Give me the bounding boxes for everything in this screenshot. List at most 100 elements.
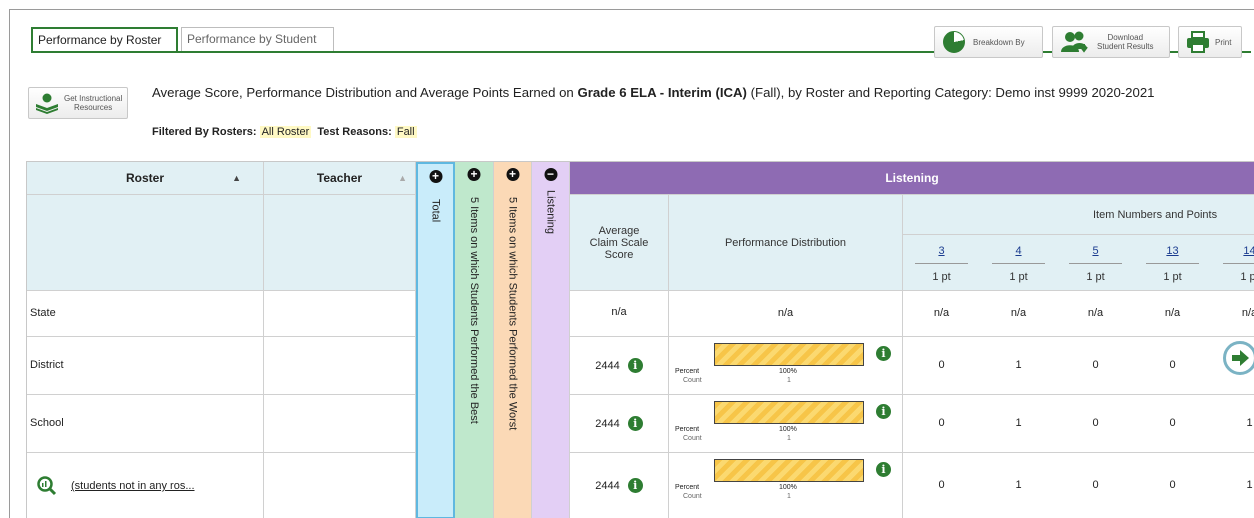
listening-column-label: Listening <box>544 190 557 235</box>
best-items-column[interactable]: + 5 Items on which Students Performed th… <box>455 162 494 518</box>
percent-value: 100% <box>779 484 797 491</box>
item-column-header: 14 1 pt <box>1211 235 1254 291</box>
info-icon[interactable]: i <box>627 358 643 373</box>
avg-score-value: 2444 <box>595 417 620 430</box>
perf-dist-cell: n/a <box>669 291 903 337</box>
perf-dist-cell: i Percent Count 100% 1 <box>669 453 903 518</box>
sort-icon[interactable]: ▲ <box>232 173 241 183</box>
item-value: 1 <box>1246 417 1253 429</box>
item-value: n/a <box>1241 307 1254 319</box>
avg-score-cell: 2444 i <box>570 453 669 518</box>
item-points: 1 pt <box>1086 271 1105 283</box>
teacher-header-blank <box>264 195 416 291</box>
avg-score-cell: 2444 i <box>570 337 669 395</box>
filter-rosters-value: All Roster <box>259 126 312 138</box>
sort-icon[interactable]: ▲ <box>398 173 407 183</box>
percent-label: Percent <box>675 484 700 491</box>
roster-header-blank <box>27 195 264 291</box>
item-points: 1 pt <box>1009 271 1028 283</box>
magnify-chart-icon[interactable] <box>37 476 57 496</box>
item-cell: 1 <box>980 337 1057 395</box>
get-instructional-resources-button[interactable]: Get Instructional Resources <box>28 87 128 119</box>
roster-performance-table: Roster ▲ Teacher ▲ + Total + 5 Items on … <box>26 161 1254 518</box>
teacher-header-label: Teacher <box>316 171 363 185</box>
item-value: 0 <box>938 417 945 429</box>
item-value: 0 <box>1092 479 1099 491</box>
item-number-link[interactable]: 13 <box>1166 245 1178 257</box>
resources-label-2: Resources <box>74 103 113 112</box>
item-number-link[interactable]: 14 <box>1243 245 1254 257</box>
item-cell: 0 <box>903 395 980 453</box>
item-value: 1 <box>1246 479 1253 491</box>
item-cell: n/a <box>1211 291 1254 337</box>
performance-bar <box>714 459 864 482</box>
info-icon[interactable]: i <box>627 478 643 493</box>
teacher-cell <box>264 337 416 395</box>
performance-distribution-header: Performance Distribution <box>669 195 903 291</box>
item-value: n/a <box>1010 307 1027 319</box>
count-label: Count <box>683 377 702 384</box>
item-value: 0 <box>938 479 945 491</box>
avg-score-value: n/a <box>611 306 627 318</box>
tab-performance-by-student[interactable]: Performance by Student <box>181 27 334 52</box>
percent-label: Percent <box>675 426 700 433</box>
item-cell: 1 <box>1211 453 1254 518</box>
info-icon[interactable]: i <box>627 416 643 431</box>
item-value: 1 <box>1015 359 1022 371</box>
item-column-header: 3 1 pt <box>903 235 980 291</box>
info-icon[interactable]: i <box>876 346 891 361</box>
report-title: Average Score, Performance Distribution … <box>152 84 1247 101</box>
item-numbers-header: Item Numbers and Points <box>903 195 1254 235</box>
listening-collapse-column[interactable]: − Listening <box>532 162 570 518</box>
worst-items-column[interactable]: + 5 Items on which Students Performed th… <box>494 162 532 518</box>
filter-reasons-value: Fall <box>394 126 417 138</box>
listening-group-label: Listening <box>885 171 939 185</box>
download-student-results-button[interactable]: Download Student Results <box>1052 26 1170 58</box>
item-value: n/a <box>933 307 950 319</box>
title-assessment: Grade 6 ELA - Interim (ICA) <box>577 85 747 100</box>
roster-cell: State <box>27 291 264 337</box>
avg-score-label: Average Claim Scale Score <box>589 224 649 261</box>
roster-column-header[interactable]: Roster ▲ <box>27 162 264 195</box>
item-cell: 0 <box>1134 453 1211 518</box>
item-value: 0 <box>1169 479 1176 491</box>
item-value: 0 <box>1092 359 1099 371</box>
scroll-right-button[interactable] <box>1223 341 1254 375</box>
item-number-link[interactable]: 4 <box>1015 245 1021 257</box>
expand-icon[interactable]: + <box>429 170 442 183</box>
perf-dist-label: Performance Distribution <box>724 236 847 249</box>
item-cell: 0 <box>1057 395 1134 453</box>
item-cell: 0 <box>1057 453 1134 518</box>
filter-reasons-label: Test Reasons: <box>317 126 392 138</box>
expand-icon[interactable]: + <box>506 168 519 181</box>
collapse-icon[interactable]: − <box>544 168 557 181</box>
item-cell: 1 <box>980 395 1057 453</box>
item-column-header: 13 1 pt <box>1134 235 1211 291</box>
info-icon[interactable]: i <box>876 404 891 419</box>
printer-icon <box>1187 31 1209 53</box>
item-cell: 0 <box>903 337 980 395</box>
item-number-link[interactable]: 3 <box>938 245 944 257</box>
breakdown-label: Breakdown By <box>973 37 1025 47</box>
teacher-column-header[interactable]: Teacher ▲ <box>264 162 416 195</box>
item-number-link[interactable]: 5 <box>1092 245 1098 257</box>
roster-name: State <box>30 307 56 319</box>
item-value: 0 <box>1092 417 1099 429</box>
avg-claim-score-header[interactable]: Average Claim Scale Score <box>570 195 669 291</box>
total-column[interactable]: + Total <box>416 162 455 518</box>
worst-items-label: 5 Items on which Students Performed the … <box>506 197 519 431</box>
resources-label-1: Get Instructional <box>64 94 123 103</box>
download-label-2: Student Results <box>1097 42 1154 51</box>
roster-cell: District <box>27 337 264 395</box>
item-cell: 1 <box>980 453 1057 518</box>
expand-icon[interactable]: + <box>467 168 481 181</box>
item-value: 0 <box>1169 417 1176 429</box>
roster-link[interactable]: (students not in any ros... <box>71 480 195 492</box>
print-button[interactable]: Print <box>1178 26 1242 58</box>
download-label-1: Download <box>1107 33 1144 42</box>
title-part1: Average Score, Performance Distribution … <box>152 85 578 100</box>
tab-performance-by-roster[interactable]: Performance by Roster <box>31 27 178 52</box>
item-points: 1 pt <box>1240 271 1254 283</box>
info-icon[interactable]: i <box>876 462 891 477</box>
breakdown-by-button[interactable]: Breakdown By <box>934 26 1043 58</box>
